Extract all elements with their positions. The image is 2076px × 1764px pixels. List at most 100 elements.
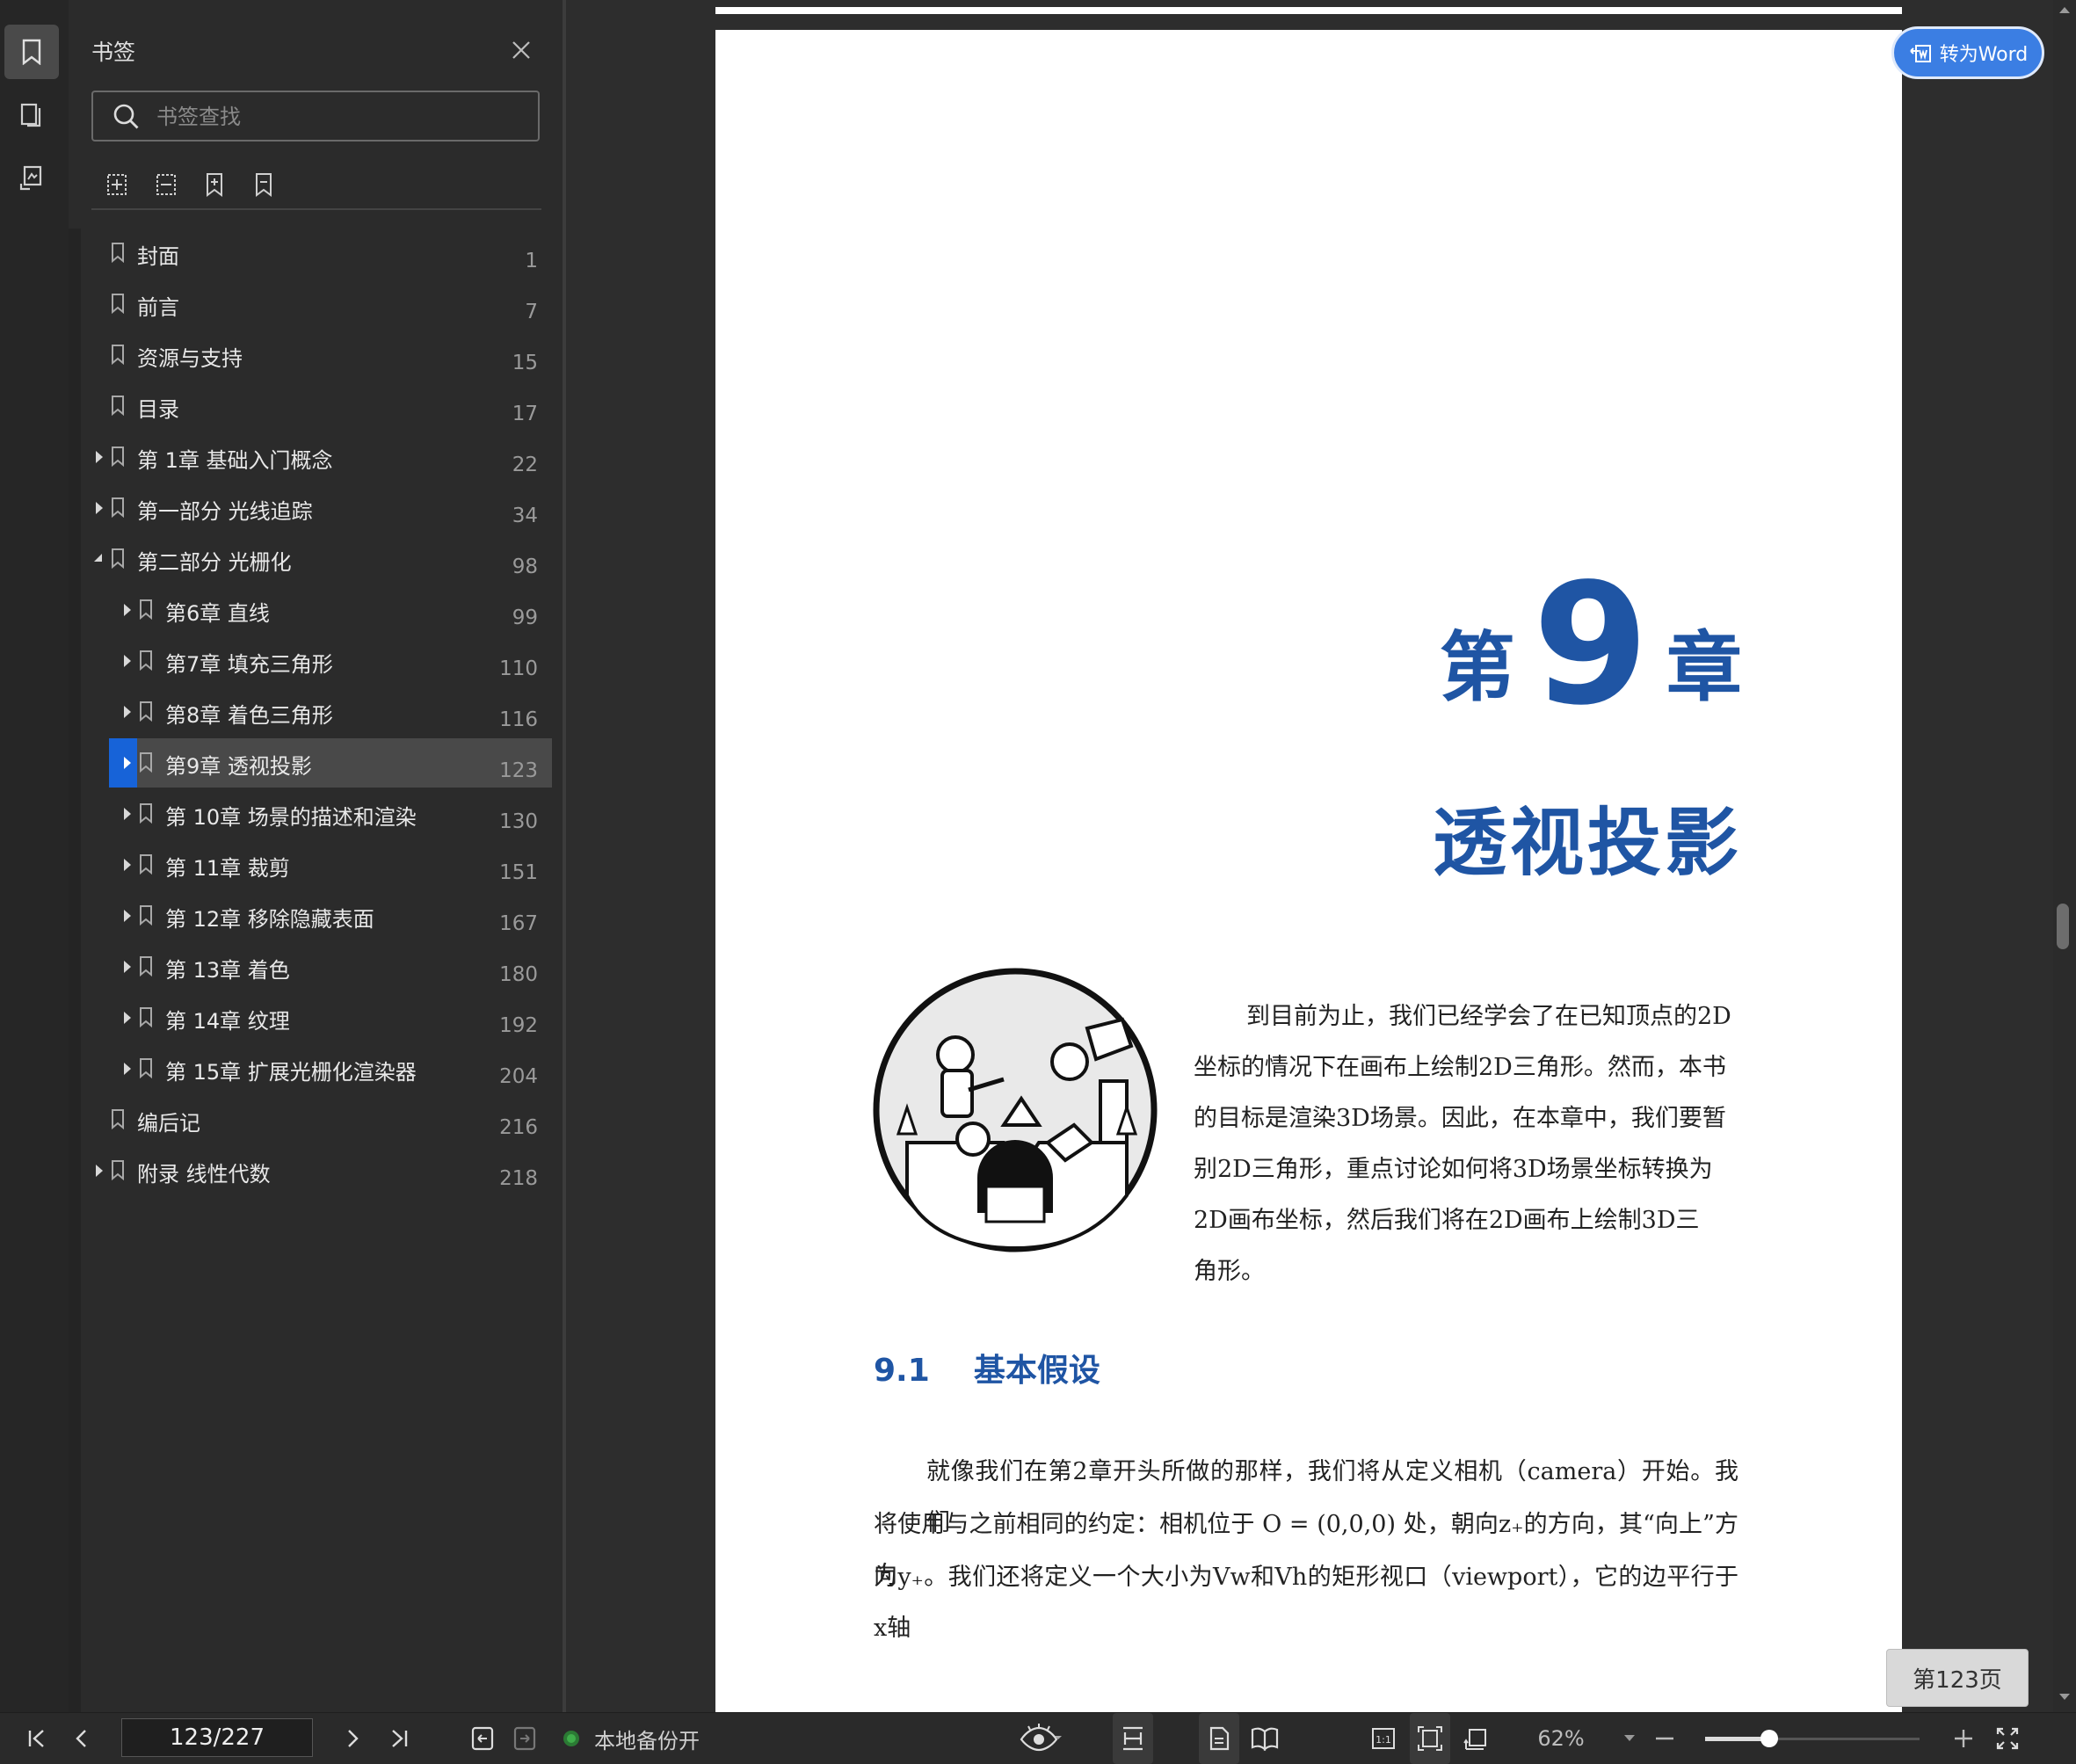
bookmark-item[interactable]: 第 1章 基础入门概念 22 (91, 432, 552, 482)
bookmark-label: 第9章 透视投影 (165, 754, 312, 779)
thumbnail-tab-button[interactable] (4, 88, 59, 142)
bookmark-scrollbar[interactable] (69, 229, 81, 1712)
rotate-button[interactable] (1457, 1713, 1496, 1764)
single-page-button[interactable] (1199, 1713, 1239, 1764)
caret-down-icon[interactable] (93, 551, 105, 567)
bookmark-page-number: 98 (512, 555, 538, 578)
bookmark-item[interactable]: 第 12章 移除隐藏表面 167 (91, 891, 552, 940)
caret-right-icon[interactable] (121, 1010, 134, 1026)
document-scrollbar[interactable] (2053, 0, 2076, 1712)
caret-right-icon[interactable] (121, 704, 134, 720)
bookmark-item[interactable]: 第6章 直线 99 (91, 585, 552, 635)
last-page-button[interactable] (380, 1713, 418, 1764)
bookmark-label: 编后记 (137, 1111, 200, 1136)
bookmark-item[interactable]: 第 15章 扩展光栅化渲染器 204 (91, 1044, 552, 1093)
bottom-toolbar: 123/227 本地备份开 1:1 62% (0, 1712, 2076, 1764)
bookmark-item[interactable]: 第一部分 光线追踪 34 (91, 483, 552, 533)
expand-all-button[interactable] (100, 169, 132, 200)
bookmark-label: 第 11章 裁剪 (165, 856, 290, 881)
caret-right-icon[interactable] (93, 1163, 105, 1179)
bookmark-tab-button[interactable] (4, 25, 59, 79)
bookmark-item[interactable]: 第二部分 光栅化 98 (91, 534, 552, 584)
convert-to-word-button[interactable]: 转为Word (1891, 26, 2044, 79)
zoom-in-button[interactable] (1944, 1713, 1983, 1764)
caret-right-icon[interactable] (121, 959, 134, 975)
zoom-out-button[interactable] (1647, 1713, 1682, 1764)
bookmark-search-box[interactable] (91, 91, 540, 142)
chevron-right-icon (348, 1730, 359, 1747)
close-icon (512, 41, 530, 59)
forward-button[interactable] (506, 1713, 543, 1764)
bookmark-icon (140, 650, 152, 671)
toolbar-divider (91, 208, 541, 210)
bookmark-item[interactable]: 编后记 216 (91, 1095, 552, 1144)
close-panel-button[interactable] (506, 35, 536, 65)
scroll-up-icon[interactable] (2058, 5, 2071, 14)
actual-size-button[interactable]: 1:1 (1364, 1713, 1403, 1764)
bookmark-item[interactable]: 第7章 填充三角形 110 (91, 636, 552, 686)
caret-right-icon[interactable] (121, 857, 134, 873)
caret-right-icon[interactable] (121, 806, 134, 822)
chevron-down-icon (1624, 1735, 1635, 1741)
remove-bookmark-icon (256, 173, 272, 197)
caret-right-icon[interactable] (121, 755, 134, 771)
bookmark-label: 第一部分 光线追踪 (137, 499, 313, 524)
fit-page-button[interactable] (1410, 1713, 1450, 1764)
zoom-dropdown-button[interactable] (1619, 1713, 1640, 1764)
bookmark-item[interactable]: 第 10章 场景的描述和渲染 130 (91, 789, 552, 838)
add-bookmark-button[interactable] (199, 169, 230, 200)
collapse-all-button[interactable] (149, 169, 181, 200)
bookmark-icon (140, 1007, 152, 1027)
backup-status-label[interactable]: 本地备份开 (594, 1713, 700, 1764)
bookmark-page-number: 22 (512, 454, 538, 476)
eye-care-mode-button[interactable] (1016, 1713, 1065, 1764)
zoom-level-label[interactable]: 62% (1535, 1713, 1587, 1764)
bookmark-page-number: 204 (499, 1065, 538, 1088)
section-number: 9.1 (874, 1353, 930, 1389)
two-page-button[interactable] (1245, 1713, 1285, 1764)
page-number-input[interactable]: 123/227 (121, 1718, 313, 1757)
bookmark-item[interactable]: 第 14章 纹理 192 (91, 993, 552, 1042)
bookmark-item[interactable]: 第9章 透视投影 123 (109, 738, 552, 788)
bookmark-item[interactable]: 封面 1 (91, 229, 552, 278)
last-page-icon (392, 1730, 408, 1747)
back-button[interactable] (464, 1713, 501, 1764)
caret-right-icon[interactable] (121, 653, 134, 669)
intro-line: 到目前为止，我们已经学会了在已知顶点的2D (1246, 1003, 1731, 1030)
bookmark-item[interactable]: 目录 17 (91, 381, 552, 431)
caret-right-icon[interactable] (121, 602, 134, 618)
delete-bookmark-button[interactable] (248, 169, 279, 200)
book-icon (1251, 1727, 1279, 1752)
chapter-illustration (873, 968, 1158, 1252)
caret-right-icon[interactable] (121, 908, 134, 924)
bookmark-icon (140, 1058, 152, 1078)
next-page-button[interactable] (336, 1713, 371, 1764)
bookmark-page-number: 151 (499, 861, 538, 884)
caret-right-icon[interactable] (93, 449, 105, 465)
bookmark-search-input[interactable] (155, 101, 527, 133)
caret-right-icon[interactable] (93, 500, 105, 516)
bookmark-item[interactable]: 前言 7 (91, 279, 552, 329)
previous-page-edge (715, 7, 1902, 14)
bookmark-page-number: 192 (499, 1014, 538, 1037)
bookmark-icon (140, 599, 152, 620)
scroll-down-icon[interactable] (2058, 1693, 2071, 1702)
expand-all-icon (107, 174, 127, 195)
bookmark-item[interactable]: 资源与支持 15 (91, 330, 552, 380)
document-scroll-thumb[interactable] (2057, 904, 2069, 949)
bookmark-item[interactable]: 附录 线性代数 218 (91, 1146, 552, 1195)
word-convert-icon (1910, 45, 1931, 62)
continuous-scroll-button[interactable] (1113, 1713, 1153, 1764)
chapter-title: 透视投影 (1432, 800, 1742, 886)
backup-status-dot (563, 1713, 580, 1764)
bookmark-item[interactable]: 第8章 着色三角形 116 (91, 687, 552, 737)
bookmark-item[interactable]: 第 11章 裁剪 151 (91, 840, 552, 889)
bookmark-page-number: 99 (512, 606, 538, 629)
annotation-tab-button[interactable] (4, 151, 59, 206)
zoom-slider-handle[interactable] (1760, 1730, 1779, 1747)
bookmark-item[interactable]: 第 13章 着色 180 (91, 942, 552, 991)
caret-right-icon[interactable] (121, 1061, 134, 1077)
fullscreen-button[interactable] (1988, 1713, 2027, 1764)
first-page-button[interactable] (18, 1713, 56, 1764)
previous-page-button[interactable] (63, 1713, 98, 1764)
